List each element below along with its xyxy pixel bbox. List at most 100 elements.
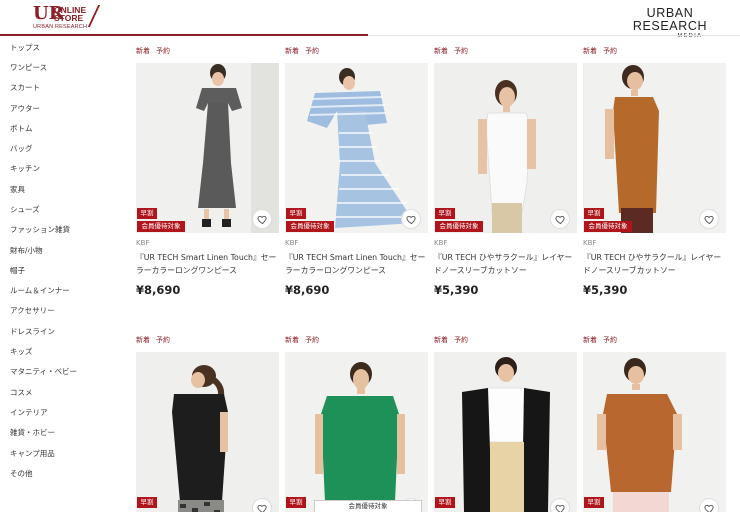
product-card[interactable]: 新着 予約 早割: [434, 336, 577, 512]
product-image: [136, 63, 279, 233]
product-photo[interactable]: 早割 会員優待対象: [136, 63, 279, 233]
product-card[interactable]: 新着 予約 早割: [136, 336, 279, 512]
product-card[interactable]: 新着 予約 早割 会員優待対象 KBF 『UR TECH Smart Linen …: [136, 47, 279, 299]
product-photo[interactable]: 早割 会員優待対象: [583, 63, 726, 233]
favorite-button[interactable]: [550, 209, 570, 229]
sidebar-item-hat[interactable]: 帽子: [10, 266, 25, 276]
product-tags: 新着 予約: [434, 336, 474, 345]
early-discount-badge: 早割: [286, 497, 306, 508]
product-photo[interactable]: 早割: [285, 352, 428, 512]
tag-reserve: 予約: [156, 336, 170, 344]
product-image: [136, 352, 279, 512]
sidebar-item-maternity[interactable]: マタニティ・ベビー: [10, 367, 77, 377]
product-tags: 新着 予約: [285, 47, 325, 56]
tag-reserve: 予約: [603, 47, 617, 55]
ur-online-store-logo[interactable]: UR ONLINE STORE URBAN RESEARCH: [33, 5, 101, 31]
tag-new: 新着: [434, 336, 448, 344]
product-name[interactable]: 『UR TECH ひやサラクール』レイヤードノースリーブカットソー: [434, 251, 577, 277]
favorite-button[interactable]: [401, 209, 421, 229]
sidebar-item-kitchen[interactable]: キッチン: [10, 164, 40, 174]
early-discount-badge: 早割: [584, 497, 604, 508]
product-price: ¥5,390: [434, 283, 479, 297]
product-image: [583, 63, 726, 233]
sidebar-item-kids[interactable]: キッズ: [10, 347, 33, 357]
tag-new: 新着: [583, 336, 597, 344]
product-tags: 新着 予約: [583, 336, 623, 345]
product-image: [434, 352, 577, 512]
sidebar-item-dressline[interactable]: ドレスライン: [10, 327, 55, 337]
logo-slash-mark: [87, 5, 101, 27]
sidebar-item-bag[interactable]: バッグ: [10, 144, 33, 154]
product-brand: KBF: [136, 239, 150, 247]
product-name[interactable]: 『UR TECH ひやサラクール』レイヤードノースリーブカットソー: [583, 251, 726, 277]
product-card[interactable]: 新着 予約 早割 会員優待対象 KBF 『UR TECH Smart Linen …: [285, 47, 428, 299]
sidebar-item-fashion-goods[interactable]: ファッション雑貨: [10, 225, 70, 235]
product-brand: KBF: [583, 239, 597, 247]
favorite-button[interactable]: [699, 209, 719, 229]
header-divider: [368, 35, 740, 36]
product-photo[interactable]: 早割 会員優待対象: [434, 63, 577, 233]
favorite-button[interactable]: [699, 498, 719, 512]
product-card[interactable]: 新着 予約 早割: [285, 336, 428, 512]
member-benefit-badge: 会員優待対象: [584, 221, 632, 232]
member-benefit-popup[interactable]: 会員優待対象: [314, 500, 422, 512]
sidebar-item-room-inner[interactable]: ルーム＆インナー: [10, 286, 70, 296]
product-name[interactable]: 『UR TECH Smart Linen Touch』セーラーカラーロングワンピ…: [136, 251, 279, 277]
heart-icon: [704, 504, 714, 512]
product-card[interactable]: 新着 予約 早割 会員優待対象 KBF 『UR TECH ひやサラクール』レイヤー…: [583, 47, 726, 299]
product-tags: 新着 予約: [583, 47, 623, 56]
product-photo[interactable]: 早割: [434, 352, 577, 512]
favorite-button[interactable]: [550, 498, 570, 512]
favorite-button[interactable]: [252, 209, 272, 229]
product-photo[interactable]: 早割 会員優待対象: [285, 63, 428, 233]
tag-reserve: 予約: [454, 336, 468, 344]
sidebar-item-goods-hobby[interactable]: 雑貨・ホビー: [10, 428, 55, 438]
favorite-button[interactable]: [252, 498, 272, 512]
tag-new: 新着: [285, 336, 299, 344]
heart-icon: [257, 215, 267, 225]
product-price: ¥8,690: [285, 283, 330, 297]
early-discount-badge: 早割: [137, 497, 157, 508]
product-tags: 新着 予約: [434, 47, 474, 56]
sidebar-item-onepiece[interactable]: ワンピース: [10, 63, 47, 73]
product-image: [583, 352, 726, 512]
heart-icon: [555, 215, 565, 225]
early-discount-badge: 早割: [435, 208, 455, 219]
early-discount-badge: 早割: [137, 208, 157, 219]
logo-store-text: STORE: [54, 13, 84, 23]
product-photo[interactable]: 早割: [583, 352, 726, 512]
tag-reserve: 予約: [305, 47, 319, 55]
sidebar-item-accessory[interactable]: アクセサリー: [10, 306, 55, 316]
product-image: [285, 352, 428, 512]
product-card[interactable]: 新着 予約 早割: [583, 336, 726, 512]
sidebar-item-camp[interactable]: キャンプ用品: [10, 449, 55, 459]
sidebar-item-other[interactable]: その他: [10, 469, 33, 479]
tag-reserve: 予約: [603, 336, 617, 344]
sidebar-item-interior[interactable]: インテリア: [10, 408, 48, 418]
tag-new: 新着: [285, 47, 299, 55]
media-brand-text: URBAN RESEARCH: [632, 6, 708, 33]
product-photo[interactable]: 早割: [136, 352, 279, 512]
sidebar-item-shoes[interactable]: シューズ: [10, 205, 40, 215]
member-benefit-badge: 会員優待対象: [435, 221, 483, 232]
sidebar-item-furniture[interactable]: 家具: [10, 185, 25, 195]
sidebar-item-skirt[interactable]: スカート: [10, 83, 40, 93]
product-brand: KBF: [285, 239, 299, 247]
tag-reserve: 予約: [156, 47, 170, 55]
product-name[interactable]: 『UR TECH Smart Linen Touch』セーラーカラーロングワンピ…: [285, 251, 428, 277]
sidebar-item-wallet[interactable]: 財布/小物: [10, 246, 43, 256]
site-header: UR ONLINE STORE URBAN RESEARCH URBAN RES…: [0, 0, 740, 39]
product-price: ¥8,690: [136, 283, 181, 297]
header-accent-rule: [0, 34, 368, 36]
tag-new: 新着: [583, 47, 597, 55]
product-card[interactable]: 新着 予約 早割 会員優待対象 KBF 『UR TECH ひやサラクール』レイヤー…: [434, 47, 577, 299]
sidebar-item-tops[interactable]: トップス: [10, 43, 40, 53]
product-image: [434, 63, 577, 233]
sidebar-item-bottoms[interactable]: ボトム: [10, 124, 33, 134]
member-benefit-badge: 会員優待対象: [137, 221, 185, 232]
heart-icon: [406, 215, 416, 225]
member-benefit-badge: 会員優待対象: [286, 221, 334, 232]
sidebar-item-outer[interactable]: アウター: [10, 104, 40, 114]
heart-icon: [555, 504, 565, 512]
sidebar-item-cosme[interactable]: コスメ: [10, 388, 33, 398]
